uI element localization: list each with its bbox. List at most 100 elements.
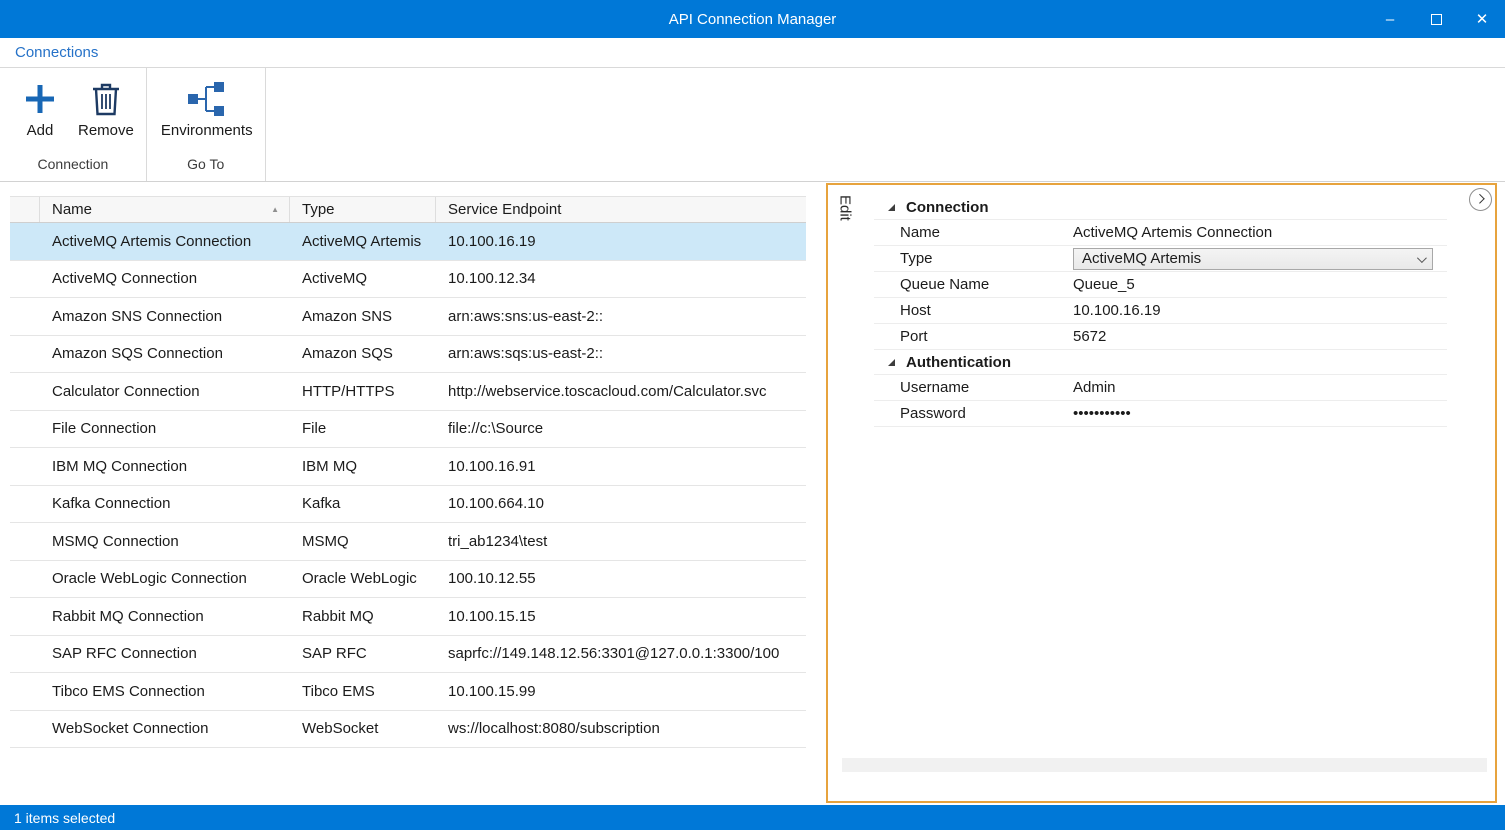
cell-type: HTTP/HTTPS — [290, 383, 436, 400]
table-row[interactable]: ActiveMQ Artemis ConnectionActiveMQ Arte… — [10, 223, 806, 261]
maximize-button[interactable] — [1413, 0, 1459, 38]
ribbon-group-label-connection: Connection — [0, 154, 146, 181]
table-row[interactable]: Amazon SQS ConnectionAmazon SQSarn:aws:s… — [10, 336, 806, 374]
field-label: Username — [900, 379, 1073, 396]
form-row: Host10.100.16.19 — [874, 298, 1447, 324]
add-button[interactable]: Add — [8, 74, 72, 139]
table-row[interactable]: Kafka ConnectionKafka10.100.664.10 — [10, 486, 806, 524]
horizontal-scrollbar[interactable] — [842, 758, 1487, 772]
field-value[interactable]: Admin — [1073, 379, 1447, 396]
cell-type: Amazon SQS — [290, 345, 436, 362]
edit-panel: Edit Connection NameActiveMQ Artemis Conn… — [826, 183, 1497, 803]
chevron-right-icon — [1475, 194, 1485, 204]
table-row[interactable]: IBM MQ ConnectionIBM MQ10.100.16.91 — [10, 448, 806, 486]
cell-name: Oracle WebLogic Connection — [40, 570, 290, 587]
cell-name: Calculator Connection — [40, 383, 290, 400]
table-row[interactable]: Amazon SNS ConnectionAmazon SNSarn:aws:s… — [10, 298, 806, 336]
cell-endpoint: ws://localhost:8080/subscription — [436, 720, 806, 737]
table-row[interactable]: SAP RFC ConnectionSAP RFCsaprfc://149.14… — [10, 636, 806, 674]
collapse-panel-button[interactable] — [1469, 188, 1492, 211]
field-value[interactable]: 5672 — [1073, 328, 1447, 345]
environments-button-label: Environments — [161, 122, 253, 139]
section-header[interactable]: Authentication — [874, 350, 1447, 375]
header-endpoint[interactable]: Service Endpoint — [436, 197, 806, 222]
cell-type: ActiveMQ Artemis — [290, 233, 436, 250]
header-name[interactable]: Name ▲ — [40, 197, 290, 222]
cell-type: Kafka — [290, 495, 436, 512]
cell-endpoint: 10.100.15.15 — [436, 608, 806, 625]
form-row: Port5672 — [874, 324, 1447, 350]
cell-name: Amazon SNS Connection — [40, 308, 290, 325]
table-row[interactable]: Calculator ConnectionHTTP/HTTPShttp://we… — [10, 373, 806, 411]
add-icon — [23, 76, 57, 122]
table-row[interactable]: File ConnectionFilefile://c:\Source — [10, 411, 806, 449]
field-value: ActiveMQ Artemis — [1073, 248, 1447, 270]
header-endpoint-label: Service Endpoint — [448, 201, 561, 218]
cell-type: MSMQ — [290, 533, 436, 550]
field-label: Type — [900, 250, 1073, 267]
field-value[interactable]: ActiveMQ Artemis Connection — [1073, 224, 1447, 241]
minimize-button[interactable]: – — [1367, 0, 1413, 38]
ribbon-group-label-goto: Go To — [147, 154, 265, 181]
table-row[interactable]: Oracle WebLogic ConnectionOracle WebLogi… — [10, 561, 806, 599]
cell-name: Rabbit MQ Connection — [40, 608, 290, 625]
tab-connections[interactable]: Connections — [0, 44, 113, 61]
titlebar: API Connection Manager – ✕ — [0, 0, 1505, 38]
cell-name: File Connection — [40, 420, 290, 437]
environments-button[interactable]: Environments — [155, 74, 259, 139]
ribbon-tabs: Connections — [0, 38, 1505, 68]
status-bar: 1 items selected — [0, 805, 1505, 830]
cell-type: Rabbit MQ — [290, 608, 436, 625]
add-button-label: Add — [27, 122, 54, 139]
header-type[interactable]: Type — [290, 197, 436, 222]
ribbon-group-connection: Add Remove Connection — [0, 68, 147, 181]
table-row[interactable]: Rabbit MQ ConnectionRabbit MQ10.100.15.1… — [10, 598, 806, 636]
table-row[interactable]: Tibco EMS ConnectionTibco EMS10.100.15.9… — [10, 673, 806, 711]
cell-endpoint: 10.100.15.99 — [436, 683, 806, 700]
cell-name: SAP RFC Connection — [40, 645, 290, 662]
header-selector — [10, 197, 40, 222]
edit-form: Connection NameActiveMQ Artemis Connectio… — [862, 185, 1495, 801]
header-name-label: Name — [52, 201, 92, 218]
cell-endpoint: arn:aws:sns:us-east-2:: — [436, 308, 806, 325]
field-label: Name — [900, 224, 1073, 241]
field-value[interactable]: 10.100.16.19 — [1073, 302, 1447, 319]
cell-type: SAP RFC — [290, 645, 436, 662]
remove-icon — [91, 76, 121, 122]
expander-icon — [888, 359, 906, 366]
table-row[interactable]: ActiveMQ ConnectionActiveMQ10.100.12.34 — [10, 261, 806, 299]
remove-button-label: Remove — [78, 122, 134, 139]
field-label: Port — [900, 328, 1073, 345]
chevron-down-icon — [1417, 250, 1424, 267]
section-title: Connection — [906, 199, 989, 216]
remove-button[interactable]: Remove — [72, 74, 140, 139]
cell-endpoint: arn:aws:sqs:us-east-2:: — [436, 345, 806, 362]
cell-endpoint: 10.100.664.10 — [436, 495, 806, 512]
cell-name: Tibco EMS Connection — [40, 683, 290, 700]
cell-name: Amazon SQS Connection — [40, 345, 290, 362]
table-row[interactable]: WebSocket ConnectionWebSocketws://localh… — [10, 711, 806, 749]
form-row: TypeActiveMQ Artemis — [874, 246, 1447, 272]
cell-type: IBM MQ — [290, 458, 436, 475]
cell-name: ActiveMQ Artemis Connection — [40, 233, 290, 250]
table-row[interactable]: MSMQ ConnectionMSMQtri_ab1234\test — [10, 523, 806, 561]
expander-icon — [888, 204, 906, 211]
ribbon-group-goto: Environments Go To — [147, 68, 266, 181]
field-label: Host — [900, 302, 1073, 319]
field-value[interactable]: ••••••••••• — [1073, 405, 1447, 422]
close-button[interactable]: ✕ — [1459, 0, 1505, 38]
section-header[interactable]: Connection — [874, 195, 1447, 220]
table-header: Name ▲ Type Service Endpoint — [10, 196, 806, 223]
form-row: UsernameAdmin — [874, 375, 1447, 401]
edit-panel-tab[interactable]: Edit — [828, 185, 862, 801]
type-dropdown[interactable]: ActiveMQ Artemis — [1073, 248, 1433, 270]
cell-type: Amazon SNS — [290, 308, 436, 325]
ribbon-toolbar: Add Remove Connection — [0, 68, 1505, 182]
cell-endpoint: file://c:\Source — [436, 420, 806, 437]
cell-name: IBM MQ Connection — [40, 458, 290, 475]
field-value[interactable]: Queue_5 — [1073, 276, 1447, 293]
form-row: Password••••••••••• — [874, 401, 1447, 427]
cell-endpoint: saprfc://149.148.12.56:3301@127.0.0.1:33… — [436, 645, 806, 662]
cell-endpoint: 100.10.12.55 — [436, 570, 806, 587]
sort-asc-icon: ▲ — [271, 204, 279, 213]
